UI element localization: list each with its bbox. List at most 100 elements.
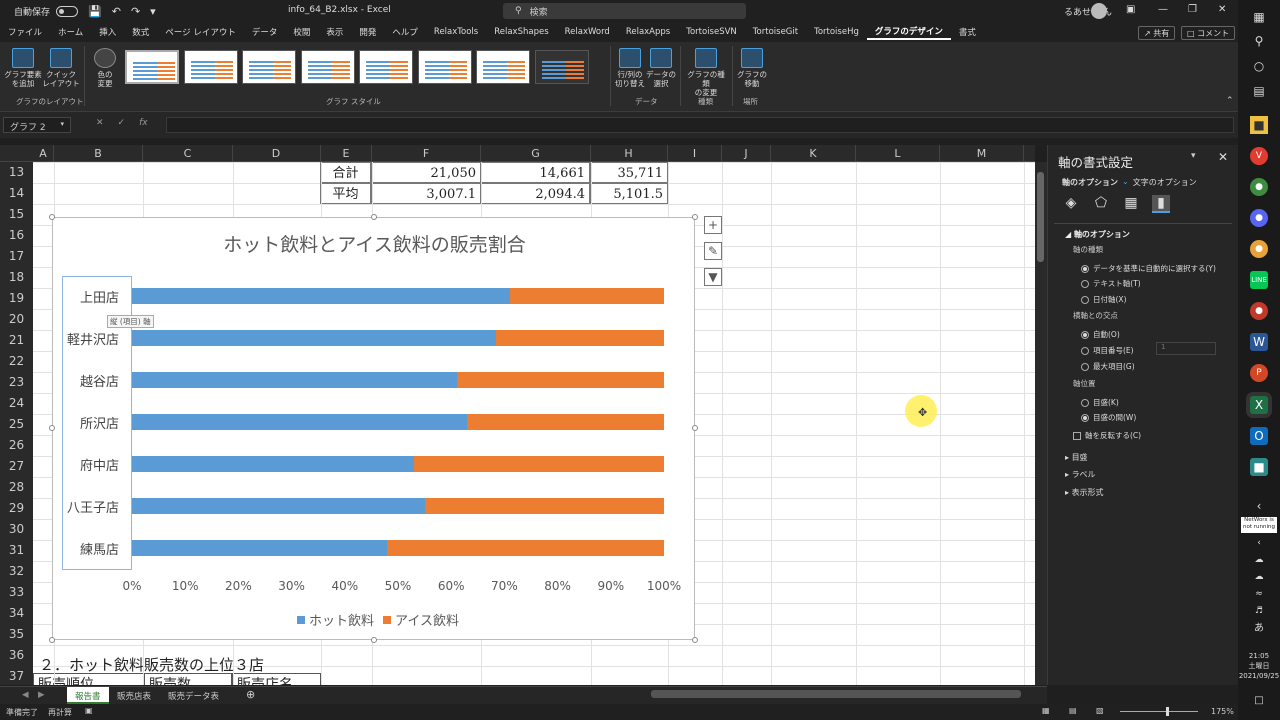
page-layout-icon[interactable]: ▤ <box>1069 706 1077 715</box>
effects-icon[interactable]: ⬠ <box>1092 195 1110 213</box>
cell-avg-h[interactable]: 5,101.5 <box>590 183 668 204</box>
ime-icon[interactable]: あ <box>1250 620 1268 638</box>
tab-text-options[interactable]: 文字のオプション <box>1133 177 1197 188</box>
task-view-icon[interactable]: ○ <box>1250 57 1268 75</box>
add-chart-element-button[interactable]: グラフ要素 を追加 <box>4 48 42 88</box>
cell-store-header[interactable]: 販売店名 <box>232 673 321 685</box>
chart-handle[interactable] <box>49 637 55 643</box>
chart-style-thumb[interactable] <box>417 50 472 84</box>
tab-sheet-stores[interactable]: 販売店表 <box>109 687 159 704</box>
search-box[interactable]: ⚲ 検索 <box>503 3 746 19</box>
bar-ice[interactable] <box>387 540 664 556</box>
bar-ice[interactable] <box>509 288 664 304</box>
row-header[interactable]: 13 <box>0 162 33 183</box>
search-icon[interactable]: ⚲ <box>1250 32 1268 50</box>
change-chart-type-button[interactable]: グラフの種類 の変更 <box>684 48 728 97</box>
menu-tab-18[interactable]: 書式 <box>951 26 984 38</box>
add-sheet-icon[interactable]: ⊕ <box>238 687 263 704</box>
menu-tab-10[interactable]: RelaxTools <box>426 27 486 37</box>
chart-styles-brush-icon[interactable]: ✎ <box>704 242 722 260</box>
pane-close-icon[interactable]: ✕ <box>1218 150 1228 164</box>
menu-tab-9[interactable]: ヘルプ <box>384 26 426 38</box>
tray-icon[interactable]: ☁ <box>1250 551 1268 569</box>
row-header[interactable]: 24 <box>0 393 33 414</box>
tab-sheet-report[interactable]: 報告書 <box>67 687 109 704</box>
menu-tab-11[interactable]: RelaxShapes <box>486 27 556 37</box>
column-header[interactable]: B <box>54 145 143 162</box>
row-header[interactable]: 32 <box>0 561 33 582</box>
ribbon-display-icon[interactable]: ▣ <box>1126 4 1135 15</box>
pane-options-icon[interactable]: ▾ <box>1191 151 1196 161</box>
comment-button[interactable]: □ コメント <box>1181 26 1236 40</box>
menu-tab-0[interactable]: ファイル <box>0 26 50 38</box>
chart-elements-button[interactable]: + <box>704 216 722 234</box>
select-data-button[interactable]: データの 選択 <box>646 48 676 88</box>
chart-style-thumb[interactable] <box>534 50 589 84</box>
section-tick-marks[interactable]: ▸ 目盛 <box>1065 452 1088 463</box>
row-header[interactable]: 16 <box>0 225 33 246</box>
bar-ice[interactable] <box>496 330 664 346</box>
category-label[interactable]: 練馬店 <box>63 539 119 558</box>
legend-item-ice[interactable]: アイス飲料 <box>383 610 459 629</box>
chart-style-thumb[interactable] <box>476 50 530 84</box>
section-heading[interactable]: ２．ホット飲料販売数の上位３店 <box>39 654 264 675</box>
cell-count-header[interactable]: 販売数 <box>144 673 232 685</box>
column-header[interactable]: J <box>722 145 771 162</box>
formula-input[interactable] <box>166 117 1234 133</box>
reverse-axis-checkbox[interactable]: 軸を反転する(C) <box>1073 430 1141 441</box>
normal-view-icon[interactable]: ▦ <box>1042 706 1050 715</box>
radio-date-axis[interactable]: 日付軸(X) <box>1081 294 1127 305</box>
chart-style-thumb[interactable] <box>183 50 238 84</box>
row-header[interactable]: 25 <box>0 414 33 435</box>
row-header[interactable]: 17 <box>0 246 33 267</box>
tab-axis-options[interactable]: 軸のオプション <box>1062 177 1118 188</box>
apps-icon[interactable]: ▦ <box>1250 8 1268 26</box>
menu-tab-6[interactable]: 校閲 <box>285 26 318 38</box>
volume-icon[interactable]: ♬ <box>1250 602 1268 620</box>
category-label[interactable]: 越谷店 <box>63 371 119 390</box>
chart-style-thumb[interactable] <box>125 50 179 84</box>
bar-hot[interactable] <box>132 498 425 514</box>
bar-ice[interactable] <box>467 414 664 430</box>
minimize-icon[interactable]: — <box>1158 4 1168 15</box>
discord-icon[interactable]: ● <box>1250 209 1268 227</box>
horizontal-scrollbar[interactable] <box>651 690 1021 698</box>
bar-ice[interactable] <box>424 498 664 514</box>
cell-avg-f[interactable]: 3,007.1 <box>371 183 481 204</box>
bar-hot[interactable] <box>132 540 388 556</box>
share-button[interactable]: ↗ 共有 <box>1138 26 1176 40</box>
chart-handle[interactable] <box>49 425 55 431</box>
tab-sheet-data[interactable]: 販売データ表 <box>160 687 227 704</box>
column-header[interactable]: D <box>232 145 321 162</box>
chart-style-thumb[interactable] <box>242 50 296 84</box>
row-header[interactable]: 18 <box>0 267 33 288</box>
radio-cross-max[interactable]: 最大項目(G) <box>1081 361 1135 372</box>
row-header[interactable]: 29 <box>0 498 33 519</box>
zoom-slider-thumb[interactable] <box>1166 707 1169 716</box>
wifi-icon[interactable]: ≈ <box>1250 585 1268 603</box>
column-header[interactable]: G <box>481 145 591 162</box>
row-header[interactable]: 37 <box>0 666 33 687</box>
cell-sum-g[interactable]: 14,661 <box>481 162 590 183</box>
chart-handle[interactable] <box>692 637 698 643</box>
page-break-icon[interactable]: ▧ <box>1096 706 1104 715</box>
app-icon[interactable]: ■ <box>1250 458 1268 476</box>
bar-hot[interactable] <box>132 456 414 472</box>
bar-hot[interactable] <box>132 288 510 304</box>
menu-tab-3[interactable]: 数式 <box>124 26 157 38</box>
category-label[interactable]: 上田店 <box>63 287 119 306</box>
row-header[interactable]: 14 <box>0 183 33 204</box>
name-box[interactable]: グラフ 2 ▾ <box>3 117 71 133</box>
chrome-canary-icon[interactable]: ● <box>1250 240 1268 258</box>
menu-tab-2[interactable]: 挿入 <box>91 26 124 38</box>
category-label[interactable]: 八王子店 <box>63 497 119 516</box>
row-header[interactable]: 35 <box>0 624 33 645</box>
fill-line-icon[interactable]: ◈ <box>1062 195 1080 213</box>
clock[interactable]: 21:05 土曜日 2021/09/25 <box>1238 651 1280 681</box>
category-label[interactable]: 府中店 <box>63 455 119 474</box>
chart-style-thumb[interactable] <box>300 50 355 84</box>
menu-tab-1[interactable]: ホーム <box>50 26 91 38</box>
avatar[interactable] <box>1091 3 1107 19</box>
column-header[interactable]: K <box>771 145 856 162</box>
menu-tab-4[interactable]: ページ レイアウト <box>157 26 244 38</box>
